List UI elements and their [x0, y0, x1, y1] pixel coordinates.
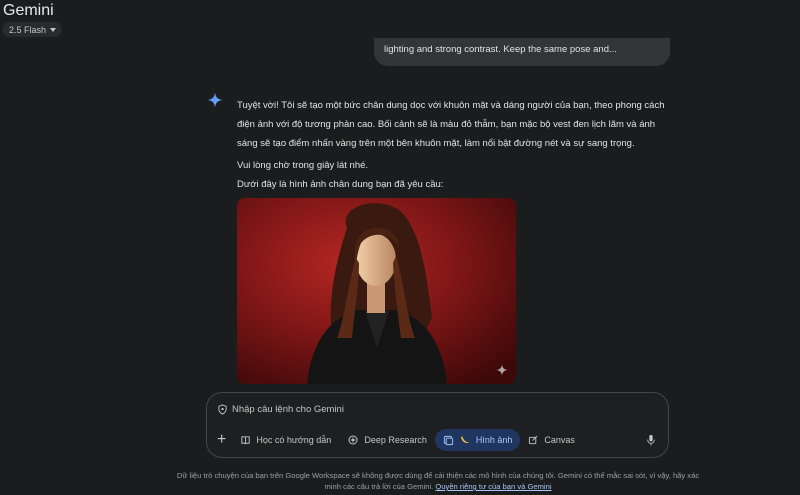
canvas-label: Canvas [544, 435, 575, 445]
deep-research-icon [348, 435, 358, 445]
footer-disclaimer: Dữ liệu trò chuyện của bạn trên Google W… [170, 470, 706, 492]
banana-icon [460, 435, 470, 443]
image-watermark-sparkle-icon [496, 364, 508, 376]
reply-wait-line: Vui lòng chờ trong giây lát nhé. [237, 160, 369, 171]
image-tool-button[interactable]: Hình ảnh [434, 429, 521, 451]
guided-learning-label: Học có hướng dẫn [256, 435, 332, 445]
gemini-sparkle-icon [207, 92, 223, 108]
app-title[interactable]: Gemini [3, 2, 54, 20]
generated-portrait-image[interactable] [237, 198, 516, 384]
reply-result-line: Dưới đây là hình ảnh chân dung bạn đã yê… [237, 179, 444, 190]
image-tool-label: Hình ảnh [475, 435, 513, 445]
portrait-illustration [237, 198, 516, 384]
guided-learning-button[interactable]: Học có hướng dẫn [232, 429, 339, 451]
mic-icon[interactable] [646, 434, 656, 446]
location-shield-icon [218, 404, 227, 415]
prompt-composer[interactable]: Nhập câu lệnh cho Gemini + Học có hướng … [206, 392, 669, 458]
canvas-button[interactable]: Canvas [520, 429, 583, 451]
deep-research-label: Deep Research [364, 435, 427, 445]
model-label: 2.5 Flash [9, 24, 47, 35]
privacy-link[interactable]: Quyền riêng tư của bạn và Gemini [435, 482, 551, 491]
reply-paragraph: Tuyệt vời! Tôi sẽ tạo một bức chân dung … [237, 100, 665, 149]
model-reply: Tuyệt vời! Tôi sẽ tạo một bức chân dung … [237, 96, 677, 194]
user-message-text: lighting and strong contrast. Keep the s… [384, 44, 617, 55]
user-message-bubble: lighting and strong contrast. Keep the s… [374, 38, 670, 66]
image-icon [443, 435, 453, 445]
chevron-down-icon [50, 27, 57, 32]
model-selector[interactable]: 2.5 Flash [2, 22, 63, 37]
plus-icon[interactable]: + [215, 431, 232, 449]
book-icon [241, 435, 250, 444]
canvas-icon [529, 435, 538, 444]
deep-research-button[interactable]: Deep Research [339, 429, 435, 451]
prompt-input[interactable]: Nhập câu lệnh cho Gemini [232, 404, 344, 415]
